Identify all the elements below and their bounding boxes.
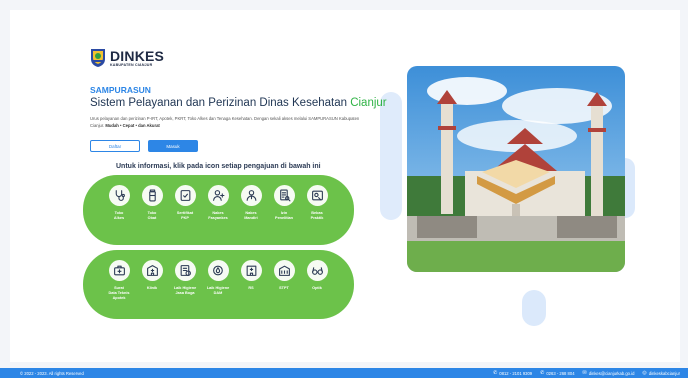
certificate-icon[interactable] [174,185,196,206]
mail-icon: ✉ [582,370,587,376]
service-label: Laik Higiene Jasa Boga [173,286,197,295]
contact-email[interactable]: ✉ dinkes@cianjurkab.go.id [583,370,635,376]
service-label: Toko Alkes [113,211,125,220]
phone-icon: ✆ [540,370,545,376]
copyright-text: © 2022 - 2023. All rights Reserved [20,370,84,376]
dinkes-logo: DINKES KABUPATEN CIANJUR [90,48,164,68]
footer-contacts: ✆ 0812 - 2101 9309 ✆ 0263 - 268 804 ✉ dinke… [493,370,680,376]
contact-phone-1[interactable]: ✆ 0812 - 2101 9309 [493,370,532,376]
hospital-icon[interactable] [240,260,262,281]
service-label: Sertifikat PKP [176,211,194,220]
title-prefix: Sistem Pelayanan dan Perizinan Dinas Kes… [90,97,351,109]
service-laik-higiene-dam[interactable]: Laik Higiene DAM [203,260,233,296]
glasses-icon[interactable] [306,260,328,281]
research-document-icon[interactable] [273,185,295,206]
service-label: Optik [312,286,322,290]
phone-2-text: 0263 - 268 804 [546,370,575,376]
service-label: Bebas Praktik [310,211,324,220]
phone-1-text: 0812 - 2101 9309 [499,370,533,376]
contact-instagram[interactable]: ◎ dinkeskabcianjur [642,370,680,376]
service-label: Toko Obat [147,211,157,220]
cianjur-crest-icon [91,49,105,67]
brand-name: SAMPURASUN [90,85,151,95]
login-button[interactable]: Masuk [148,140,198,152]
instagram-text: dinkeskabcianjur [648,370,680,376]
footer-bar: © 2022 - 2023. All rights Reserved ✆ 0812… [0,368,688,378]
desc-bold: Mudah • Cepat • dan Akurat [105,122,160,128]
title-highlight: Cianjur [350,97,387,109]
page-title: Sistem Pelayanan dan Perizinan Dinas Kes… [90,97,387,109]
decorative-shape [380,92,402,220]
service-label: RS [248,286,254,290]
service-label: STPT [279,286,289,290]
email-text: dinkes@cianjurkab.go.id [588,370,635,376]
service-optik[interactable]: Optik [302,260,332,291]
service-label: Izin Penelitian [275,211,293,220]
service-label: Nakes Fasyankes [208,211,228,220]
service-label: Nakes Mandiri [244,211,258,220]
phone-icon: ✆ [493,370,498,376]
catering-icon[interactable] [174,260,196,281]
service-klinik[interactable]: Klinik [137,260,167,291]
service-nakes-fasyankes[interactable]: Nakes Fasyankes [203,185,233,221]
service-toko-alkes[interactable]: Toko Alkes [104,185,134,221]
service-bebas-praktik[interactable]: Bebas Praktik [302,185,332,221]
service-stpt[interactable]: STPT [269,260,299,291]
health-worker-icon[interactable] [207,185,229,206]
service-label: Laik Higiene DAM [206,286,230,295]
contact-phone-2[interactable]: ✆ 0263 - 268 804 [540,370,574,376]
instagram-icon: ◎ [642,370,647,376]
logo-title: DINKES [110,47,165,64]
services-instruction: Untuk informasi, klik pada icon setiap p… [116,163,321,170]
service-data-teknis-apotek[interactable]: Surat Data Teknis Apotek [104,260,134,301]
clinic-icon[interactable] [141,260,163,281]
water-depot-icon[interactable] [207,260,229,281]
service-rs[interactable]: RS [236,260,266,291]
decorative-shape [522,290,546,326]
cianjur-mosque-photo [407,66,625,272]
stethoscope-icon[interactable] [108,185,130,206]
service-toko-obat[interactable]: Toko Obat [137,185,167,221]
hero-description: Urus pelayanan dan perizinan P-IRT, Apot… [90,116,360,129]
service-sertifikat-pkp[interactable]: Sertifikat PKP [170,185,200,221]
service-laik-higiene-jasa-boga[interactable]: Laik Higiene Jasa Boga [170,260,200,296]
service-label: Klinik [146,286,158,290]
register-button[interactable]: Daftar [90,140,140,152]
service-nakes-mandiri[interactable]: Nakes Mandiri [236,185,266,221]
logo-subtitle: KABUPATEN CIANJUR [110,62,153,67]
pharmacy-kit-icon[interactable] [108,260,130,281]
building-icon[interactable] [273,260,295,281]
free-practice-icon[interactable] [306,185,328,206]
service-izin-penelitian[interactable]: Izin Penelitian [269,185,299,221]
medicine-bottle-icon[interactable] [141,185,163,206]
service-label: Surat Data Teknis Apotek [108,286,130,300]
doctor-icon[interactable] [240,185,262,206]
